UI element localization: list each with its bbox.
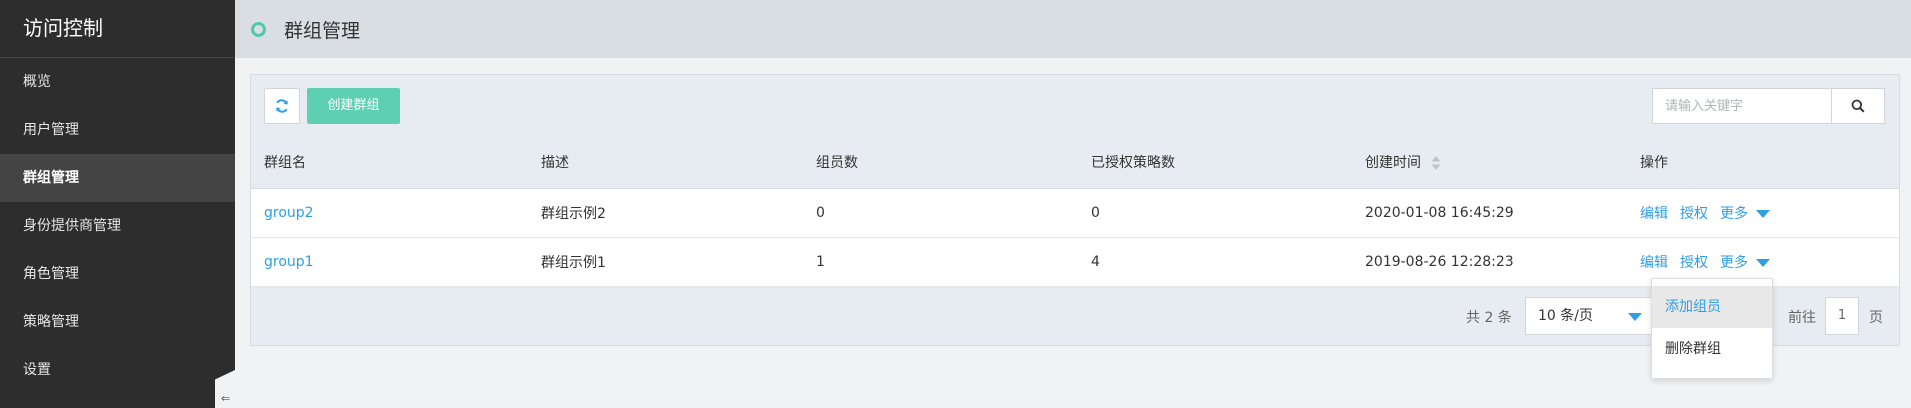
group-name-link[interactable]: group1: [264, 254, 314, 270]
chevron-down-icon[interactable]: [1756, 259, 1770, 267]
sidebar-item-identity-providers[interactable]: 身份提供商管理: [0, 202, 235, 250]
sidebar-item-settings[interactable]: 设置: [0, 346, 235, 394]
sidebar-item-overview[interactable]: 概览: [0, 58, 235, 106]
goto-page-input[interactable]: 1: [1825, 297, 1859, 335]
row-actions: 编辑 授权 更多: [1640, 252, 1770, 272]
pagination-total: 共 2 条: [1466, 310, 1512, 326]
group-created-time: 2020-01-08 16:45:29: [1365, 205, 1514, 221]
search-icon: [1851, 99, 1865, 113]
sidebar-title: 访问控制: [0, 0, 235, 58]
page-header: 群组管理: [235, 0, 1911, 58]
page-size-value: 10 条/页: [1538, 308, 1593, 324]
create-group-button[interactable]: 创建群组: [307, 88, 400, 124]
sidebar-item-users[interactable]: 用户管理: [0, 106, 235, 154]
sidebar-item-groups[interactable]: 群组管理: [0, 154, 235, 202]
sidebar: 访问控制 概览 用户管理 群组管理 身份提供商管理 角色管理 策略管理 设置: [0, 0, 235, 408]
table-row: group2 群组示例2 0 0 2020-01-08 16:45:29 编辑授…: [251, 189, 1899, 238]
group-policy-count: 0: [1091, 205, 1100, 221]
search-input[interactable]: [1652, 88, 1832, 124]
group-description: 群组示例2: [541, 206, 606, 222]
column-header-created-label: 创建时间: [1365, 155, 1421, 171]
refresh-icon: [276, 99, 288, 113]
group-description: 群组示例1: [541, 255, 606, 271]
edit-link[interactable]: 编辑: [1640, 206, 1668, 222]
authorize-link[interactable]: 授权: [1680, 206, 1708, 222]
column-header-policies: 已授权策略数: [1091, 155, 1175, 171]
more-link[interactable]: 更多: [1720, 255, 1748, 271]
row-actions: 编辑 授权 更多: [1640, 203, 1770, 223]
goto-label: 前往: [1788, 310, 1816, 326]
sort-icon[interactable]: [1431, 155, 1441, 171]
more-actions-menu: 添加组员 删除群组: [1651, 278, 1773, 379]
page-suffix: 页: [1869, 310, 1883, 326]
group-created-time: 2019-08-26 12:28:23: [1365, 254, 1514, 270]
group-name-link[interactable]: group2: [264, 205, 314, 221]
menu-item-delete-group[interactable]: 删除群组: [1652, 328, 1772, 370]
group-member-count: 1: [816, 254, 825, 270]
column-header-created[interactable]: 创建时间: [1365, 152, 1441, 172]
column-header-name: 群组名: [264, 155, 306, 171]
column-header-description: 描述: [541, 155, 569, 171]
groups-table: 群组名 描述 组员数 已授权策略数 创建时间 操作 group2 群组示例2 0…: [251, 136, 1899, 287]
sidebar-item-roles[interactable]: 角色管理: [0, 250, 235, 298]
group-member-count: 0: [816, 205, 825, 221]
search-button[interactable]: [1831, 88, 1885, 124]
sidebar-item-policies[interactable]: 策略管理: [0, 298, 235, 346]
status-dot-icon: [251, 22, 266, 37]
chevron-down-icon[interactable]: [1756, 210, 1770, 218]
edit-link[interactable]: 编辑: [1640, 255, 1668, 271]
collapse-arrow-icon[interactable]: ⇐: [221, 392, 230, 405]
table-header: 群组名 描述 组员数 已授权策略数 创建时间 操作: [251, 136, 1899, 189]
page-size-select[interactable]: 10 条/页: [1525, 297, 1655, 335]
column-header-actions: 操作: [1640, 155, 1668, 171]
chevron-down-icon: [1628, 313, 1642, 321]
menu-item-add-member[interactable]: 添加组员: [1652, 286, 1772, 328]
group-policy-count: 4: [1091, 254, 1100, 270]
page-title: 群组管理: [284, 20, 361, 42]
refresh-button[interactable]: [264, 88, 300, 124]
column-header-members: 组员数: [816, 155, 858, 171]
authorize-link[interactable]: 授权: [1680, 255, 1708, 271]
more-link[interactable]: 更多: [1720, 206, 1748, 222]
